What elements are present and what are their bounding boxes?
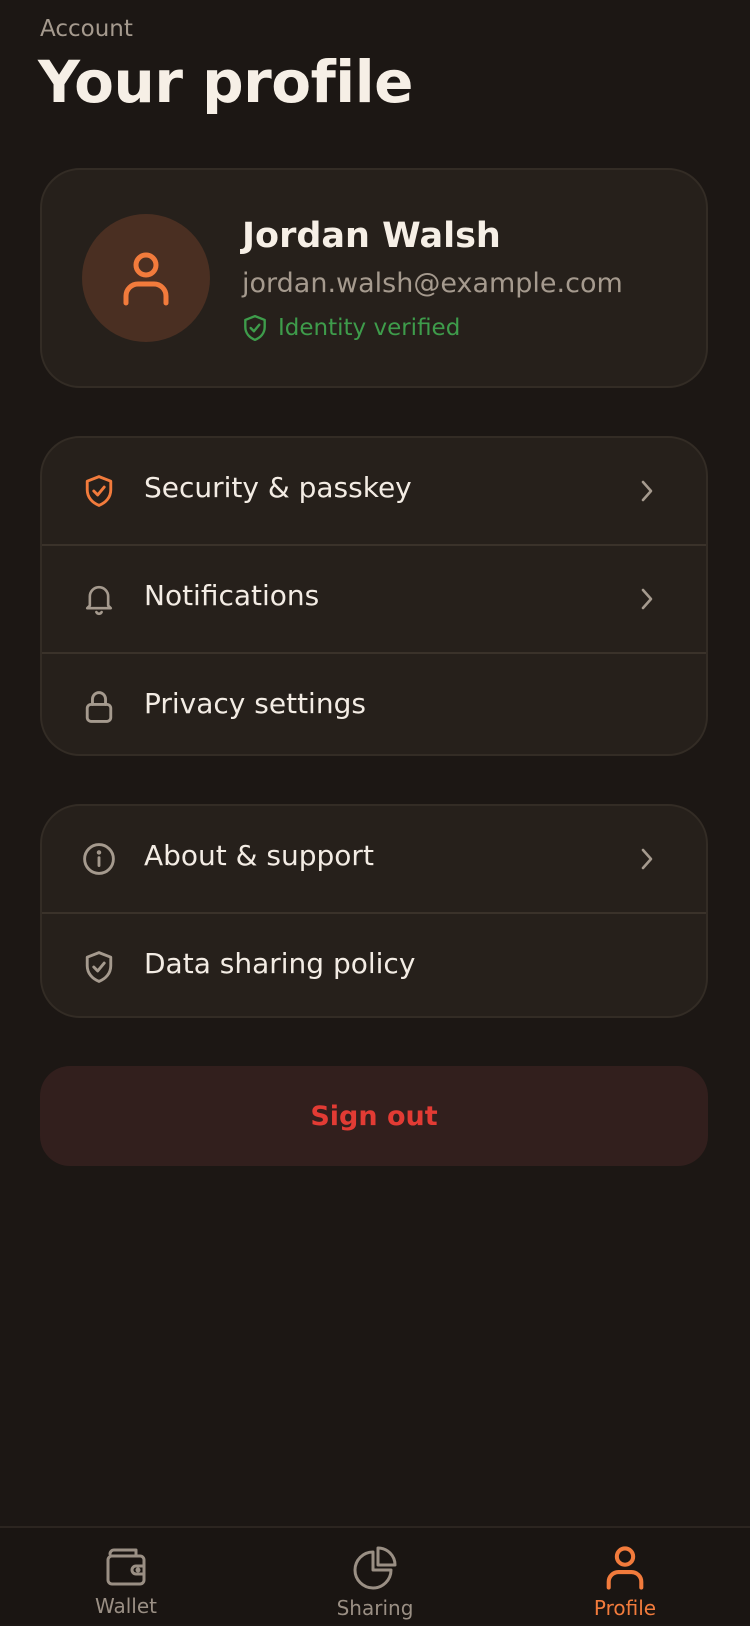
user-icon bbox=[123, 252, 169, 306]
shield-check-icon bbox=[244, 314, 266, 342]
shield-check-icon bbox=[85, 951, 113, 983]
avatar bbox=[82, 214, 210, 342]
settings-menu: Security & passkey Notifications Privacy… bbox=[40, 436, 708, 756]
section-overline: Account bbox=[40, 16, 133, 42]
info-icon bbox=[83, 843, 115, 875]
chevron-right-icon bbox=[641, 588, 653, 610]
menu-item-label: Data sharing policy bbox=[144, 947, 416, 980]
menu-item-privacy[interactable]: Privacy settings bbox=[42, 654, 706, 754]
tab-profile[interactable]: Profile bbox=[545, 1546, 705, 1626]
tab-sharing[interactable]: Sharing bbox=[295, 1546, 455, 1626]
shield-check-icon bbox=[85, 475, 113, 507]
menu-item-label: Notifications bbox=[144, 579, 320, 612]
tab-wallet[interactable]: Wallet bbox=[46, 1546, 206, 1626]
wallet-icon bbox=[106, 1548, 146, 1586]
bottom-tab-bar: Wallet Sharing Profile bbox=[0, 1526, 750, 1624]
menu-item-label: About & support bbox=[144, 839, 374, 872]
page-title: Your profile bbox=[38, 48, 413, 116]
menu-item-security[interactable]: Security & passkey bbox=[42, 438, 706, 546]
menu-item-label: Security & passkey bbox=[144, 471, 412, 504]
bell-icon bbox=[85, 585, 113, 615]
lock-icon bbox=[85, 691, 113, 723]
pie-chart-icon bbox=[353, 1546, 397, 1590]
support-menu: About & support Data sharing policy bbox=[40, 804, 708, 1018]
tab-label: Profile bbox=[593, 1596, 657, 1620]
tab-label: Sharing bbox=[336, 1596, 414, 1620]
verified-label: Identity verified bbox=[278, 315, 461, 341]
tab-label: Wallet bbox=[94, 1594, 157, 1618]
sign-out-button[interactable]: Sign out bbox=[40, 1066, 708, 1166]
chevron-right-icon bbox=[641, 480, 653, 502]
profile-card[interactable]: Jordan Walsh jordan.walsh@example.com Id… bbox=[40, 168, 708, 388]
menu-item-label: Privacy settings bbox=[144, 687, 366, 720]
profile-email: jordan.walsh@example.com bbox=[242, 268, 623, 299]
profile-name: Jordan Walsh bbox=[242, 216, 501, 256]
user-icon bbox=[606, 1546, 644, 1590]
menu-item-data-sharing[interactable]: Data sharing policy bbox=[42, 914, 706, 1016]
menu-item-about[interactable]: About & support bbox=[42, 806, 706, 914]
verified-badge: Identity verified bbox=[242, 314, 460, 342]
menu-item-notifications[interactable]: Notifications bbox=[42, 546, 706, 654]
chevron-right-icon bbox=[641, 848, 653, 870]
